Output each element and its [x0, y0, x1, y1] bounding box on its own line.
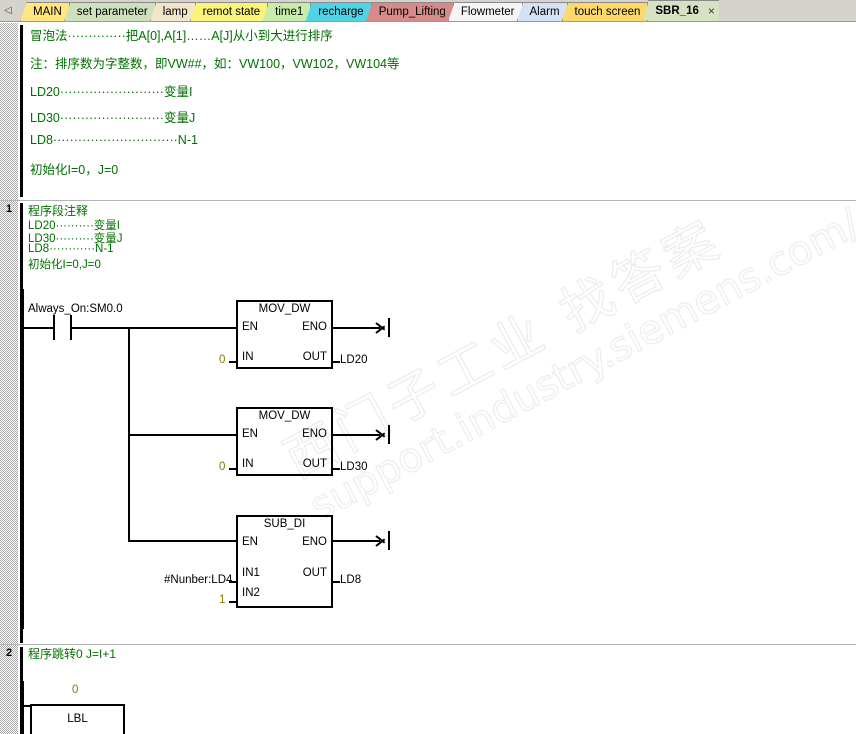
- block-2-out-value[interactable]: LD30: [340, 461, 368, 473]
- function-block-mov-dw-2[interactable]: MOV_DW EN ENO IN OUT: [236, 407, 333, 476]
- tab-label: recharge: [318, 6, 364, 18]
- block-3-in1-value[interactable]: #Nunber:LD4: [164, 574, 232, 586]
- block-3-in2-value[interactable]: 1: [219, 594, 225, 606]
- contact-left-bar[interactable]: [53, 315, 55, 340]
- block-3-eno-arrow-bar: [388, 531, 390, 550]
- tab-label: Pump_Lifting: [378, 6, 446, 18]
- rung-wire-right: [72, 327, 130, 329]
- network-0-comment-line-2[interactable]: 注：排序数为字整数，即VW##，如：VW100，VW102，VW104等: [30, 53, 400, 72]
- tab-bar-filler: [718, 0, 856, 21]
- block-2-en-wire: [128, 434, 238, 436]
- gutter-network-0: [0, 23, 18, 200]
- function-block-lbl[interactable]: LBL: [30, 704, 125, 734]
- block-1-in-value[interactable]: 0: [219, 354, 225, 366]
- network-separator-1: [0, 200, 856, 201]
- tab-main[interactable]: MAIN: [20, 2, 70, 22]
- network-2-comment-line-1[interactable]: 程序跳转0 J=I+1: [28, 645, 116, 662]
- block-1-title: MOV_DW: [258, 303, 311, 315]
- lbl-label-number[interactable]: 0: [72, 684, 78, 696]
- block-3-en-wire: [128, 540, 238, 542]
- block-1-en-wire: [128, 327, 238, 329]
- block-3-out-stub: [332, 581, 340, 583]
- block-3-pin-eno: ENO: [302, 536, 327, 548]
- block-1-pin-en: EN: [242, 321, 258, 333]
- block-3-title: SUB_DI: [263, 518, 306, 530]
- ladder-editor-canvas[interactable]: 西门子工业 找答案 support.industry.siemens.com/c…: [0, 21, 856, 734]
- tab-touch-screen[interactable]: touch screen: [561, 2, 649, 22]
- tab-pump-lifting[interactable]: Pump_Lifting: [365, 2, 454, 22]
- block-2-title: MOV_DW: [258, 410, 311, 422]
- block-1-pin-out: OUT: [302, 351, 327, 363]
- block-1-eno-arrow-bar: [388, 318, 390, 337]
- block-1-out-stub: [332, 361, 340, 363]
- block-2-out-stub: [332, 468, 340, 470]
- tab-flowmeter[interactable]: Flowmeter: [447, 2, 523, 22]
- block-2-eno-arrow-bar: [388, 425, 390, 444]
- block-3-eno-wire: [332, 540, 380, 542]
- tab-set-parameter[interactable]: set parameter: [63, 2, 156, 22]
- network-2-number: 2: [5, 647, 13, 659]
- tab-label: Alarm: [529, 6, 560, 18]
- network-0-left-bar: [20, 25, 23, 197]
- block-1-pin-eno: ENO: [302, 321, 327, 333]
- block-1-pin-in: IN: [242, 351, 254, 363]
- block-3-in2-stub: [229, 601, 237, 603]
- block-3-pin-en: EN: [242, 536, 258, 548]
- tab-label: Flowmeter: [460, 6, 515, 18]
- network-2-power-rail: [21, 681, 24, 734]
- block-2-pin-eno: ENO: [302, 428, 327, 440]
- block-2-pin-in: IN: [242, 458, 254, 470]
- tab-label: set parameter: [76, 6, 148, 18]
- network-0-comment-line-3[interactable]: LD20·························变量I: [30, 81, 192, 100]
- watermark-url: support.industry.siemens.com/cs: [302, 180, 856, 531]
- editor-top-divider: [0, 21, 856, 22]
- tab-label: SBR_16: [655, 5, 699, 17]
- tab-alarm[interactable]: Alarm: [516, 2, 568, 22]
- block-1-in-stub: [229, 361, 237, 363]
- network-0-comment-line-4[interactable]: LD30·························变量J: [30, 107, 195, 126]
- tab-recharge[interactable]: recharge: [305, 2, 372, 22]
- contact-label-always-on[interactable]: Always_On:SM0.0: [28, 303, 123, 315]
- block-2-eno-wire: [332, 434, 380, 436]
- power-rail: [21, 289, 24, 629]
- tab-lamp[interactable]: lamp: [149, 2, 196, 22]
- gutter-network-1: [0, 201, 18, 644]
- tab-label: MAIN: [33, 6, 62, 18]
- block-1-eno-wire: [332, 327, 380, 329]
- network-1-comment-line-4[interactable]: LD8············N-1: [28, 243, 114, 255]
- tab-sbr-16[interactable]: SBR_16 ×: [642, 0, 719, 21]
- tab-label: time1: [275, 6, 304, 18]
- network-1-comment-line-5[interactable]: 初始化I=0,J=0: [28, 256, 101, 272]
- triangle-left-icon[interactable]: ◁: [0, 0, 16, 21]
- tab-remot-state[interactable]: remot state: [189, 2, 269, 22]
- block-3-pin-in1: IN1: [242, 567, 260, 579]
- function-block-mov-dw-1[interactable]: MOV_DW EN ENO IN OUT: [236, 300, 333, 369]
- function-block-sub-di[interactable]: SUB_DI EN ENO IN1 IN2 OUT: [236, 515, 333, 608]
- tab-label: lamp: [162, 6, 188, 18]
- block-2-in-value[interactable]: 0: [219, 461, 225, 473]
- rung-wire-left: [22, 327, 53, 329]
- block-2-pin-out: OUT: [302, 458, 327, 470]
- network-0-comment-line-5[interactable]: LD8······························N-1: [30, 133, 198, 147]
- block-2-in-stub: [229, 468, 237, 470]
- network-1-number: 1: [5, 203, 13, 215]
- network-0-comment-line-6[interactable]: 初始化I=0，J=0: [30, 159, 118, 178]
- block-1-out-value[interactable]: LD20: [340, 354, 368, 366]
- block-2-pin-en: EN: [242, 428, 258, 440]
- lbl-box-title: LBL: [67, 713, 88, 725]
- tab-label: touch screen: [574, 6, 641, 18]
- tab-time1[interactable]: time1: [262, 2, 312, 22]
- block-3-pin-in2: IN2: [242, 587, 260, 599]
- tab-label: remot state: [202, 6, 261, 18]
- watermark-chinese: 西门子工业 找答案: [274, 208, 733, 491]
- tab-bar: ◁ MAIN set parameter lamp remot state time1 r…: [0, 0, 856, 22]
- block-3-out-value[interactable]: LD8: [340, 574, 361, 586]
- close-icon[interactable]: ×: [708, 5, 715, 17]
- network-separator-2: [0, 644, 856, 645]
- block-3-pin-out: OUT: [302, 567, 327, 579]
- network-0-comment-line-1[interactable]: 冒泡法··············把A[0],A[1]……A[J]从小到大进行排…: [30, 25, 333, 44]
